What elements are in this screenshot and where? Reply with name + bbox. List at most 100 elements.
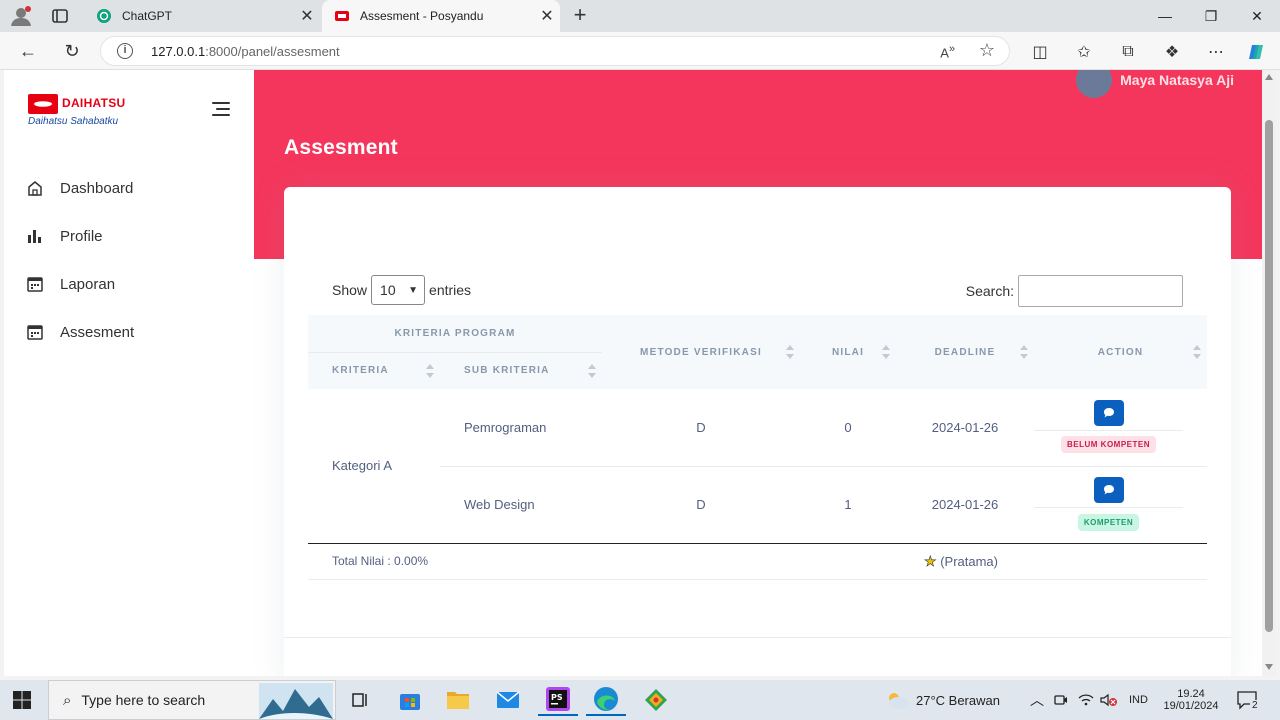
windows-start-icon[interactable] [12,690,32,710]
metode-cell: D [602,389,800,467]
assesment-table: Kriteria Program Metode Verifikasi Nilai… [308,315,1207,580]
collections-icon[interactable]: ⧉ [1118,42,1138,62]
read-aloud-icon[interactable]: A» [940,43,955,60]
column-label: Deadline [934,346,996,358]
total-nilai: Total Nilai : 0.00% [308,543,896,580]
action-cell: KOMPETEN [1034,466,1207,544]
scroll-down-icon[interactable] [1265,664,1273,670]
user-menu[interactable]: Maya Natasya Aji [1076,70,1234,98]
daihatsu-mark-icon [28,94,58,114]
metode-cell: D [602,466,800,544]
show-hidden-icons-icon[interactable]: ︿ [1030,680,1044,720]
tab-actions-icon[interactable] [50,6,70,26]
calendar-icon [27,277,43,292]
tab-assesment[interactable]: Assesment - Posyandu ✕ [322,0,560,32]
logo-tagline: Daihatsu Sahabatku [28,116,119,127]
edge-browser-icon[interactable] [586,684,626,716]
column-sub-kriteria[interactable]: Sub Kriteria [440,352,602,389]
close-window-icon[interactable]: ✕ [1234,0,1280,32]
entries-value: 10 [380,282,396,298]
column-label: Action [1097,346,1144,358]
nilai-cell: 0 [800,389,896,467]
action-button-wrap [1034,396,1183,431]
taskbar-search[interactable]: ⌕ Type here to search [48,680,336,720]
microsoft-store-icon[interactable] [390,684,430,716]
home-icon [28,181,42,196]
sidebar-item-laporan[interactable]: Laporan [26,272,115,296]
column-kriteria[interactable]: Kriteria [308,352,440,389]
task-view-icon[interactable] [340,684,380,716]
card-divider [284,637,1231,638]
browser-tab-strip: ChatGPT ✕ Assesment - Posyandu ✕ + — ❐ ✕ [0,0,1280,32]
search-icon: ⌕ [63,691,72,709]
extensions-icon[interactable]: ❖ [1162,42,1182,62]
close-tab-icon[interactable]: ✕ [294,6,320,26]
scroll-up-icon[interactable] [1265,74,1273,80]
sort-icon [882,345,890,359]
comment-button[interactable] [1093,399,1124,426]
chatgpt-favicon-icon [97,9,111,23]
sub-kriteria-cell: Pemrograman [440,389,602,467]
site-info-icon[interactable]: i [117,43,133,59]
refresh-icon[interactable]: ↻ [58,38,86,64]
column-action[interactable]: Action [1034,315,1207,389]
meet-now-icon[interactable] [1054,680,1068,720]
user-name: Maya Natasya Aji [1120,72,1234,88]
sub-kriteria-cell: Web Design [440,466,602,544]
weather-widget[interactable]: 27°C Berawan [884,680,1000,720]
back-icon[interactable]: ← [14,38,42,64]
clock-time: 19.24 [1177,688,1205,700]
column-nilai[interactable]: Nilai [800,315,896,389]
more-menu-icon[interactable]: ⋯ [1206,42,1226,62]
copilot-icon[interactable] [1246,42,1266,62]
new-tab-icon[interactable]: + [568,4,592,28]
file-explorer-icon[interactable] [438,684,478,716]
menu-toggle-icon[interactable] [210,102,230,116]
url-path: :8000/panel/assesment [205,44,340,59]
page-scrollbar[interactable] [1262,70,1276,676]
favorite-star-icon[interactable]: ☆ [979,40,995,61]
address-bar[interactable]: i 127.0.0.1:8000/panel/assesment A» ☆ [100,36,1010,66]
split-screen-icon[interactable]: ◫ [1030,42,1050,62]
scroll-thumb[interactable] [1265,120,1273,632]
sidebar-item-assesment[interactable]: Assesment [26,320,134,344]
notification-center[interactable]: 2 [1236,680,1260,720]
star-icon: ★ [924,552,937,569]
restore-icon[interactable]: ❐ [1188,0,1234,32]
windows-taskbar: ⌕ Type here to search PS 27°C Berawan ︿ … [0,680,1280,720]
favorites-icon[interactable]: ✩ [1074,42,1094,62]
sidebar-item-label: Profile [60,227,103,245]
calendar-icon [27,325,43,340]
phpstorm-icon[interactable]: PS [538,684,578,716]
tab-chatgpt[interactable]: ChatGPT ✕ [84,0,320,32]
show-label: Show [332,282,368,298]
sidebar-item-profile[interactable]: Profile [26,224,103,248]
git-client-icon[interactable] [636,684,676,716]
column-deadline[interactable]: Deadline [896,315,1034,389]
kriteria-cell: Kategori A [308,389,440,544]
search-input[interactable] [1018,275,1183,307]
entries-select[interactable]: 10 ▼ [371,275,426,305]
rank-label: (Pratama) [940,553,998,569]
deadline-cell: 2024-01-26 [896,466,1034,544]
mail-icon[interactable] [488,684,528,716]
posyandu-favicon-icon [335,11,349,21]
wifi-icon[interactable] [1078,680,1094,720]
sidebar-item-dashboard[interactable]: Dashboard [26,176,133,200]
url-text: 127.0.0.1:8000/panel/assesment [151,44,340,59]
sort-icon [1193,345,1201,359]
column-label: Metode Verifikasi [640,346,762,358]
volume-muted-icon[interactable] [1100,680,1118,720]
daihatsu-logo[interactable]: DAIHATSU Daihatsu Sahabatku [28,92,148,128]
close-tab-icon[interactable]: ✕ [534,6,560,26]
notification-count: 2 [1250,699,1260,711]
avatar [1076,70,1113,98]
minimize-icon[interactable]: — [1142,0,1188,32]
sidebar-item-label: Laporan [60,275,116,293]
profile-icon[interactable] [10,6,32,26]
clock[interactable]: 19.24 19/01/2024 [1162,680,1220,720]
entries-label: entries [429,282,472,298]
language-indicator[interactable]: IND [1129,680,1148,720]
comment-button[interactable] [1093,477,1124,503]
column-metode-verifikasi[interactable]: Metode Verifikasi [602,315,800,389]
